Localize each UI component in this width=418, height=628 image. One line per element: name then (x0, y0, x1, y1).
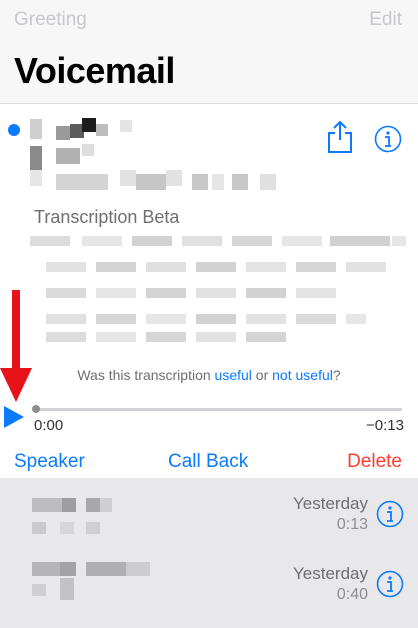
voicemail-list: Yesterday 0:13 Yesterday 0:40 (0, 478, 418, 628)
play-icon[interactable] (4, 406, 24, 428)
edit-button[interactable]: Edit (369, 9, 402, 31)
speaker-button[interactable]: Speaker (14, 451, 85, 473)
greeting-button[interactable]: Greeting (14, 9, 87, 31)
feedback-middle: or (251, 367, 273, 383)
list-item[interactable]: Yesterday 0:13 (0, 478, 418, 548)
call-back-button[interactable]: Call Back (168, 451, 248, 473)
feedback-suffix: ? (332, 367, 341, 383)
feedback-prefix: Was this transcription (77, 367, 215, 383)
delete-button[interactable]: Delete (347, 451, 402, 473)
useful-link[interactable]: useful (215, 367, 252, 383)
expanded-voicemail: Transcription Beta Was this transcriptio… (0, 103, 418, 479)
transcription-feedback: Was this transcription useful or not use… (0, 367, 418, 383)
voicemail-actions: Speaker Call Back Delete (0, 451, 418, 479)
list-item-date: Yesterday (293, 564, 368, 583)
list-item-duration: 0:13 (336, 516, 368, 533)
scrubber-knob[interactable] (32, 405, 40, 413)
list-item[interactable]: Yesterday 0:40 (0, 548, 418, 618)
playback-scrubber[interactable] (34, 408, 402, 411)
transcription-title: Transcription Beta (34, 207, 180, 227)
remaining-time: −0:13 (366, 417, 404, 434)
elapsed-time: 0:00 (34, 417, 64, 434)
info-icon[interactable] (374, 125, 402, 153)
not-useful-link[interactable]: not useful (272, 367, 333, 383)
info-icon[interactable] (376, 500, 404, 528)
share-icon[interactable] (326, 120, 354, 154)
page-title: Voicemail (14, 50, 175, 91)
navigation-bar: Greeting Edit Voicemail (0, 0, 418, 103)
unread-indicator (8, 124, 20, 136)
info-icon[interactable] (376, 570, 404, 598)
list-item-date: Yesterday (293, 494, 368, 513)
down-arrow-annotation (0, 290, 32, 402)
list-item-duration: 0:40 (336, 586, 368, 603)
